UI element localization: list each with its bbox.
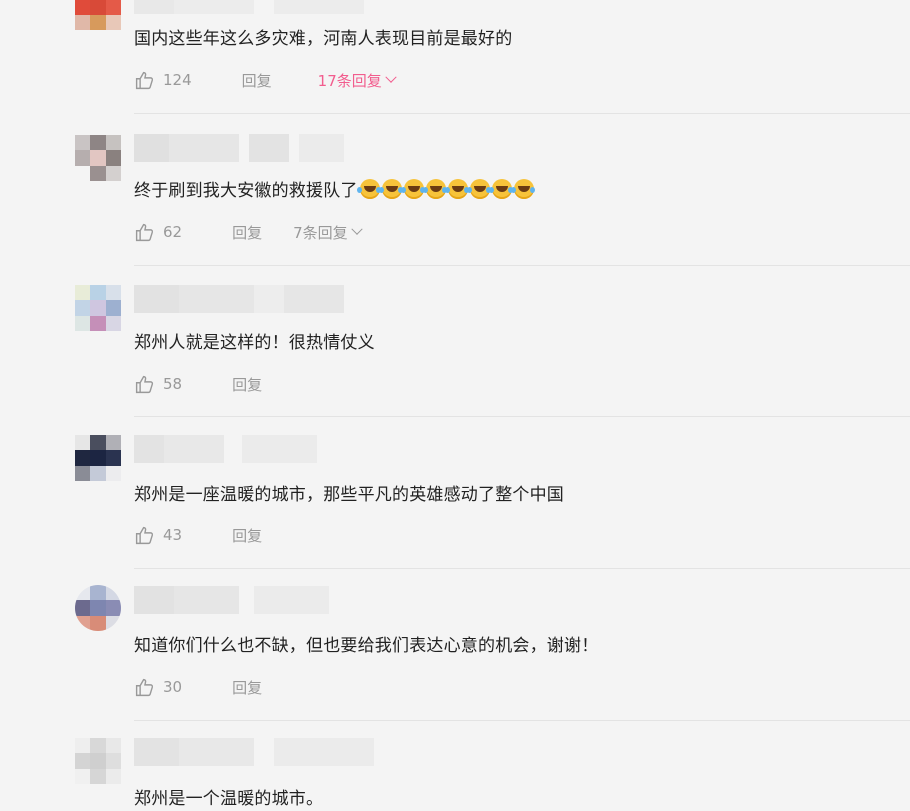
divider	[134, 416, 910, 417]
comment-actions: 58 回复	[134, 372, 262, 396]
chevron-down-icon	[385, 71, 397, 83]
rofl-emoji-icon	[356, 179, 380, 199]
thumbs-up-icon	[135, 375, 154, 393]
like-count: 62	[163, 223, 183, 241]
comment-actions: 43 回复	[134, 523, 262, 547]
like-count: 124	[163, 71, 192, 89]
comment-actions: 30 回复	[134, 675, 262, 699]
comment-text: 郑州人就是这样的！很热情仗义	[134, 333, 375, 353]
rofl-emoji-icon	[510, 179, 534, 199]
reply-button[interactable]: 回复	[232, 222, 262, 243]
avatar[interactable]	[75, 0, 121, 30]
username-blurred[interactable]	[134, 586, 329, 614]
like-button[interactable]: 124	[134, 70, 192, 91]
comment-actions: 124 回复 17条回复	[134, 68, 397, 92]
like-button[interactable]: 62	[134, 222, 182, 243]
comment-actions: 62 回复 7条回复	[134, 220, 363, 244]
like-button[interactable]: 43	[134, 525, 182, 546]
rofl-emoji-icon	[466, 179, 490, 199]
reply-button[interactable]: 回复	[232, 525, 262, 546]
thumbs-up-icon	[135, 526, 154, 544]
rofl-emoji-icon	[378, 179, 402, 199]
username-blurred[interactable]	[134, 738, 374, 766]
like-count: 43	[163, 526, 183, 544]
rofl-emoji-icon	[488, 179, 512, 199]
thumbs-up-icon	[135, 71, 154, 89]
comment-text: 郑州是一个温暖的城市。	[134, 789, 324, 809]
comment-text: 终于刷到我大安徽的救援队了	[134, 176, 534, 201]
expand-replies-label: 17条回复	[317, 71, 382, 90]
comment-text: 知道你们什么也不缺，但也要给我们表达心意的机会，谢谢！	[134, 636, 599, 656]
like-count: 30	[163, 678, 183, 696]
chevron-down-icon	[350, 223, 363, 235]
divider	[134, 568, 910, 569]
avatar[interactable]	[75, 135, 121, 181]
avatar[interactable]	[75, 738, 121, 784]
like-button[interactable]: 58	[134, 374, 182, 395]
thumbs-up-icon	[135, 678, 154, 696]
emoji-row	[356, 179, 534, 201]
rofl-emoji-icon	[444, 179, 468, 199]
username-blurred[interactable]	[134, 134, 344, 162]
comment-text-content: 终于刷到我大安徽的救援队了	[134, 181, 358, 201]
comment-text: 郑州是一座温暖的城市，那些平凡的英雄感动了整个中国	[134, 485, 564, 505]
expand-replies-label: 7条回复	[293, 223, 348, 242]
rofl-emoji-icon	[422, 179, 446, 199]
avatar[interactable]	[75, 285, 121, 331]
username-blurred[interactable]	[134, 0, 364, 14]
divider	[134, 113, 910, 114]
rofl-emoji-icon	[400, 179, 424, 199]
avatar[interactable]	[75, 435, 121, 481]
like-count: 58	[163, 375, 183, 393]
expand-replies-button[interactable]: 7条回复	[293, 222, 363, 243]
avatar[interactable]	[75, 585, 121, 631]
comment-text: 国内这些年这么多灾难，河南人表现目前是最好的	[134, 29, 513, 49]
thumbs-up-icon	[135, 223, 154, 241]
reply-button[interactable]: 回复	[242, 70, 272, 91]
divider	[134, 265, 910, 266]
username-blurred[interactable]	[134, 435, 317, 463]
divider	[134, 720, 910, 721]
username-blurred[interactable]	[134, 285, 344, 313]
like-button[interactable]: 30	[134, 677, 182, 698]
reply-button[interactable]: 回复	[232, 677, 262, 698]
reply-button[interactable]: 回复	[232, 374, 262, 395]
expand-replies-button[interactable]: 17条回复	[317, 70, 397, 91]
